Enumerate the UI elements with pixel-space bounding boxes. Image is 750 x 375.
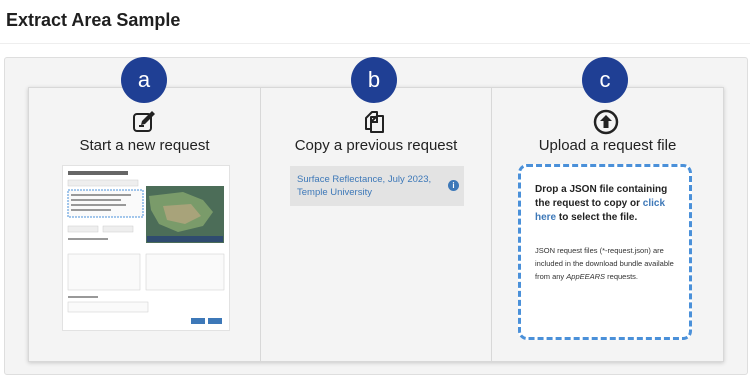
- previous-request-item[interactable]: Surface Reflectance, July 2023, Temple U…: [290, 166, 464, 206]
- upload-icon: [593, 109, 619, 135]
- step-badge-c: c: [582, 57, 628, 103]
- edit-icon: [131, 109, 157, 135]
- divider: [0, 43, 750, 44]
- info-icon[interactable]: i: [448, 180, 459, 191]
- option-title: Upload a request file: [538, 137, 677, 154]
- form-preview-image: [63, 166, 229, 330]
- previous-request-link[interactable]: Surface Reflectance, July 2023, Temple U…: [297, 173, 437, 199]
- option-title: Start a new request: [79, 137, 210, 154]
- drop-instructions: Drop a JSON file containing the request …: [535, 184, 668, 223]
- step-badge-b: b: [351, 57, 397, 103]
- option-title: Copy a previous request: [294, 137, 458, 154]
- copy-icon: [361, 109, 387, 135]
- page-title: Extract Area Sample: [6, 10, 181, 30]
- file-drop-zone[interactable]: Drop a JSON file containing the request …: [518, 164, 692, 340]
- step-badge-a: a: [121, 57, 167, 103]
- new-request-thumbnail[interactable]: [62, 165, 230, 331]
- drop-note: JSON request files (*-request.json) are …: [535, 246, 674, 281]
